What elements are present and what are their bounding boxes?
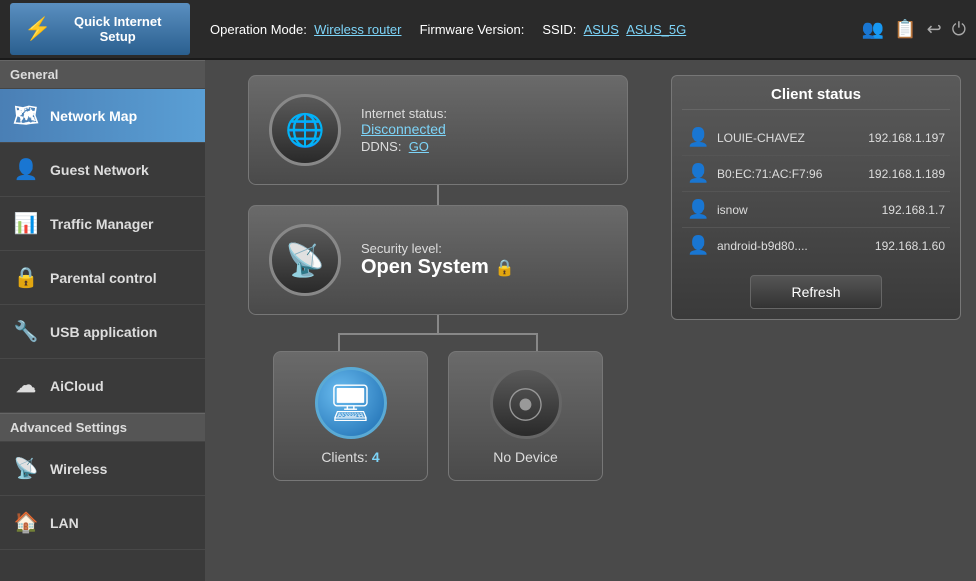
sidebar-item-network-map[interactable]: 🗺 Network Map [0, 89, 205, 143]
client-avatar-icon-1: 👤 [687, 163, 709, 184]
people-icon[interactable]: 👥 [862, 19, 884, 40]
parental-control-icon: 🔒 [12, 265, 40, 290]
sidebar-label-usb-application: USB application [50, 324, 157, 340]
client-row: 👤 B0:EC:71:AC:F7:96 192.168.1.189 [682, 156, 950, 192]
client-name-0: LOUIE-CHAVEZ [717, 131, 860, 145]
sidebar-item-aicloud[interactable]: ☁ AiCloud [0, 359, 205, 413]
quick-setup-label: Quick Internet Setup [59, 14, 176, 44]
client-ip-2: 192.168.1.7 [882, 203, 945, 217]
topbar: ⚡ Quick Internet Setup Operation Mode: W… [0, 0, 976, 60]
branch-h-line [340, 333, 536, 335]
lock-icon: 🔒 [495, 258, 515, 278]
sidebar-item-guest-network[interactable]: 👤 Guest Network [0, 143, 205, 197]
clients-icon-circle: 🖥 [315, 367, 387, 439]
sidebar-item-traffic-manager[interactable]: 📊 Traffic Manager [0, 197, 205, 251]
sidebar-label-guest-network: Guest Network [50, 162, 149, 178]
connector-1 [437, 185, 439, 205]
internet-icon-circle: 🌐 [269, 94, 341, 166]
layout: General 🗺 Network Map 👤 Guest Network 📊 … [0, 60, 976, 581]
client-ip-3: 192.168.1.60 [875, 239, 945, 253]
branch-v-left [338, 333, 340, 351]
guest-network-icon: 👤 [12, 157, 40, 182]
operation-mode-label: Operation Mode: [210, 22, 307, 37]
sidebar-item-usb-application[interactable]: 🔧 USB application [0, 305, 205, 359]
client-name-3: android-b9d80.... [717, 239, 867, 253]
ddns-line: DDNS: GO [361, 139, 607, 154]
client-row: 👤 android-b9d80.... 192.168.1.60 [682, 228, 950, 263]
sidebar-label-traffic-manager: Traffic Manager [50, 216, 153, 232]
client-avatar-icon-2: 👤 [687, 199, 709, 220]
clients-count: 4 [372, 449, 380, 465]
network-map-icon: 🗺 [12, 103, 40, 128]
copy-icon[interactable]: 📋 [894, 19, 916, 40]
client-status-title: Client status [682, 86, 950, 110]
quick-setup-icon: ⚡ [24, 16, 51, 42]
clients-node: 🖥 Clients: 4 [273, 351, 428, 481]
network-map-area: 🌐 Internet status: Disconnected DDNS: GO… [220, 75, 656, 566]
operation-mode-value[interactable]: Wireless router [314, 22, 401, 37]
sidebar-item-lan[interactable]: 🏠 LAN [0, 496, 205, 550]
client-name-2: isnow [717, 203, 874, 217]
clients-label: Clients: 4 [321, 449, 379, 465]
power-icon[interactable]: ⏻ [952, 19, 966, 40]
security-value: Open System 🔒 [361, 256, 607, 279]
sidebar-label-parental-control: Parental control [50, 270, 157, 286]
sidebar-item-parental-control[interactable]: 🔒 Parental control [0, 251, 205, 305]
client-avatar-icon-0: 👤 [687, 127, 709, 148]
ssid-value2[interactable]: ASUS_5G [626, 22, 686, 37]
client-status-box: Client status 👤 LOUIE-CHAVEZ 192.168.1.1… [671, 75, 961, 320]
client-row: 👤 LOUIE-CHAVEZ 192.168.1.197 [682, 120, 950, 156]
general-section-label: General [0, 60, 205, 89]
main-content: 🌐 Internet status: Disconnected DDNS: GO… [205, 60, 976, 581]
usb-application-icon: 🔧 [12, 319, 40, 344]
quick-setup-button[interactable]: ⚡ Quick Internet Setup [10, 3, 190, 55]
internet-node: 🌐 Internet status: Disconnected DDNS: GO [248, 75, 628, 185]
arrow-icon[interactable]: ↩ [927, 19, 942, 40]
topbar-icons: 👥 📋 ↩ ⏻ [862, 19, 966, 40]
client-ip-0: 192.168.1.197 [868, 131, 945, 145]
topbar-info: Operation Mode: Wireless router Firmware… [190, 22, 862, 37]
bottom-nodes-row: 🖥 Clients: 4 ⦿ No Device [273, 351, 603, 481]
client-row: 👤 isnow 192.168.1.7 [682, 192, 950, 228]
refresh-button[interactable]: Refresh [750, 275, 881, 309]
sidebar-label-network-map: Network Map [50, 108, 137, 124]
advanced-section-label: Advanced Settings [0, 413, 205, 442]
sidebar-label-wireless: Wireless [50, 461, 107, 477]
ssid-value1[interactable]: ASUS [584, 22, 619, 37]
client-ip-1: 192.168.1.189 [868, 167, 945, 181]
client-avatar-icon-3: 👤 [687, 235, 709, 256]
lan-icon: 🏠 [12, 510, 40, 535]
sidebar-item-wireless[interactable]: 📡 Wireless [0, 442, 205, 496]
client-name-1: B0:EC:71:AC:F7:96 [717, 167, 860, 181]
branch-h-container [338, 333, 538, 351]
router-icon-circle: 📡 [269, 224, 341, 296]
usb-node: ⦿ No Device [448, 351, 603, 481]
client-status-panel: Client status 👤 LOUIE-CHAVEZ 192.168.1.1… [671, 75, 961, 566]
sidebar-label-lan: LAN [50, 515, 79, 531]
ddns-label: DDNS: [361, 139, 401, 154]
aicloud-icon: ☁ [12, 373, 40, 398]
internet-node-info: Internet status: Disconnected DDNS: GO [361, 106, 607, 154]
security-label: Security level: [361, 241, 442, 256]
router-node-info: Security level: Open System 🔒 [361, 241, 607, 279]
internet-status-value[interactable]: Disconnected [361, 121, 607, 137]
traffic-manager-icon: 📊 [12, 211, 40, 236]
branch-v-right [536, 333, 538, 351]
internet-status-label: Internet status: [361, 106, 447, 121]
branch-v-top [437, 315, 439, 333]
usb-label: No Device [493, 449, 558, 465]
ddns-go-link[interactable]: GO [409, 139, 429, 154]
branch-area: 🖥 Clients: 4 ⦿ No Device [248, 315, 628, 481]
sidebar: General 🗺 Network Map 👤 Guest Network 📊 … [0, 60, 205, 581]
usb-icon-circle: ⦿ [490, 367, 562, 439]
ssid-label: SSID: [542, 22, 576, 37]
wireless-icon: 📡 [12, 456, 40, 481]
sidebar-label-aicloud: AiCloud [50, 378, 104, 394]
firmware-label: Firmware Version: [420, 22, 525, 37]
router-node: 📡 Security level: Open System 🔒 [248, 205, 628, 315]
